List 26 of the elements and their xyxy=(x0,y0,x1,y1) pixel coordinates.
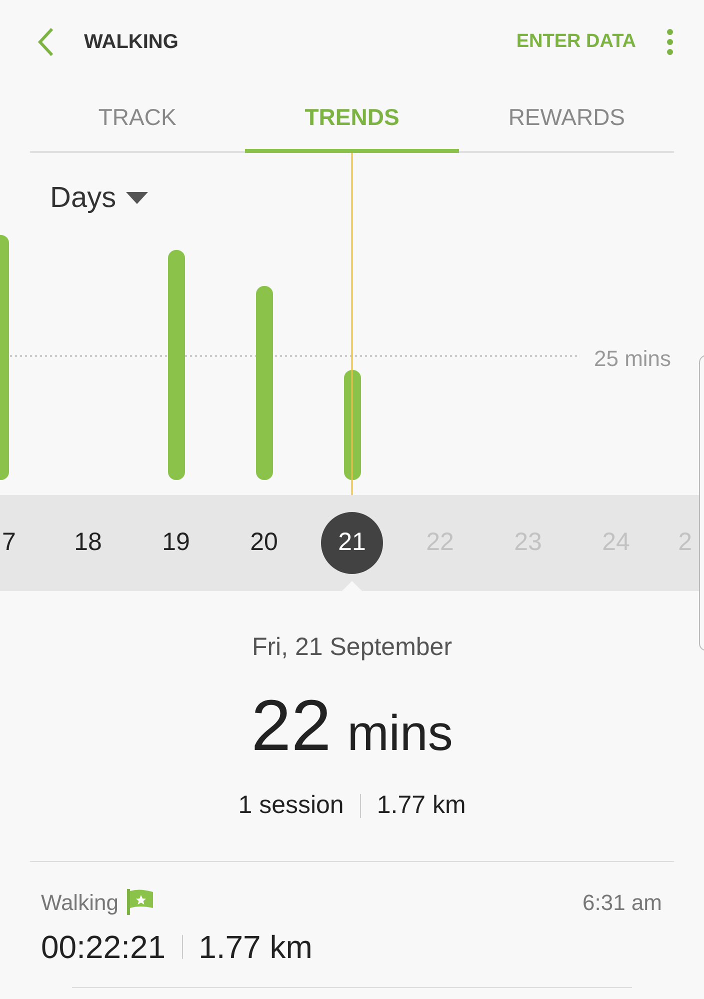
session-distance: 1.77 km xyxy=(198,928,312,966)
tab[interactable]: TRACK xyxy=(30,84,245,152)
day-button[interactable]: 7 xyxy=(2,512,16,574)
session-name: Walking xyxy=(41,888,118,917)
period-dropdown[interactable]: Days xyxy=(50,176,148,220)
back-button[interactable] xyxy=(36,27,56,57)
flag-icon xyxy=(126,889,154,915)
day-button[interactable]: 18 xyxy=(57,512,119,574)
caret-icon xyxy=(126,192,148,204)
more-button[interactable] xyxy=(666,28,674,56)
duration-unit: mins xyxy=(347,704,453,763)
session-count: 1 session xyxy=(238,790,344,821)
day-button[interactable]: 21 xyxy=(321,512,383,574)
date-label: Fri, 21 September xyxy=(250,632,454,662)
back-icon xyxy=(36,27,56,57)
tab[interactable]: REWARDS xyxy=(459,84,674,152)
enter-data-button[interactable]: ENTER DATA xyxy=(516,28,636,56)
session-duration: 00:22:21 xyxy=(41,928,166,966)
tab[interactable]: TRENDS xyxy=(244,84,460,152)
distance-total: 1.77 km xyxy=(376,790,466,821)
day-button[interactable]: 19 xyxy=(145,512,207,574)
screen-title: WALKING xyxy=(84,30,178,55)
session-time: 6:31 am xyxy=(582,888,662,916)
more-icon xyxy=(666,28,674,56)
day-button[interactable]: 20 xyxy=(233,512,295,574)
duration-value: 22 xyxy=(251,690,332,762)
